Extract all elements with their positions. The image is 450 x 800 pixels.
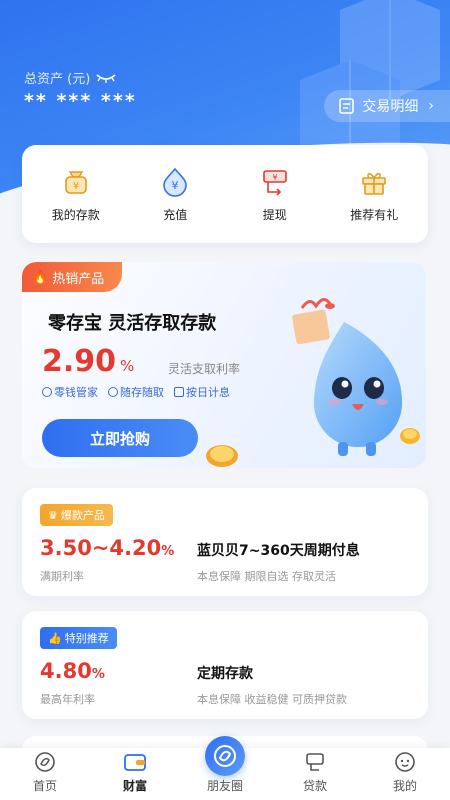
friends-bubble xyxy=(205,736,245,776)
total-assets-text: 总资产 (元) xyxy=(24,72,91,87)
recommended-product-tag-label: 特别推荐 xyxy=(64,632,109,645)
product-rate-label: 最高年利率 xyxy=(40,693,95,706)
popular-product-tag: ♛ 爆款产品 xyxy=(40,504,113,526)
product-rate-unit: % xyxy=(161,544,175,559)
hot-product-rate: 2.90% xyxy=(42,344,134,379)
quick-withdraw[interactable]: ¥ 提现 xyxy=(230,166,320,223)
friends-icon xyxy=(214,745,236,767)
hot-product-features: 零钱管家 随存随取 按日计息 xyxy=(42,384,230,400)
yuan-drop-icon: ¥ xyxy=(163,167,188,197)
buy-now-button[interactable]: 立即抢购 xyxy=(42,419,198,457)
product-rate-unit: % xyxy=(91,667,105,682)
hot-product-rate-unit: % xyxy=(120,357,135,375)
wallet-icon xyxy=(124,754,146,771)
product-rate-label: 满期利率 xyxy=(40,570,84,583)
hot-product-tag-label: 热销产品 xyxy=(52,271,105,287)
quick-actions: ¥ 我的存款 ¥ 充值 ¥ 提现 推荐有礼 xyxy=(22,145,428,243)
tab-wealth-label: 财富 xyxy=(122,779,147,793)
quick-my-deposit[interactable]: ¥ 我的存款 xyxy=(31,166,121,223)
product-card-recommended[interactable]: 👍 特别推荐 4.80% 最高年利率 定期存款 本息保障 收益稳健 可质押贷款 xyxy=(22,611,428,719)
bottom-tab-bar: 首页 财富 朋友圈 贷款 我的 xyxy=(0,736,450,800)
profile-icon xyxy=(395,752,415,772)
hot-product-rate-value: 2.90 xyxy=(42,344,117,379)
tab-profile-label: 我的 xyxy=(392,779,417,793)
total-assets-label: 总资产 (元) xyxy=(24,68,116,87)
tab-loan[interactable]: 贷款 xyxy=(270,748,360,800)
hot-product-banner[interactable]: 🔥 热销产品 零存宝 灵活存取存款 2.90% 灵活支取利率 零钱管家 随存随取… xyxy=(22,262,426,468)
quick-recharge[interactable]: ¥ 充值 xyxy=(130,166,220,223)
product-desc: 本息保障 收益稳健 可质押贷款 xyxy=(197,693,347,706)
clock-icon xyxy=(108,387,118,397)
svg-text:¥: ¥ xyxy=(272,173,277,182)
eye-icon xyxy=(42,387,52,397)
product-rate: 3.50~4.20% xyxy=(40,536,174,560)
recommended-product-tag: 👍 特别推荐 xyxy=(40,627,117,649)
flame-icon: 🔥 xyxy=(32,269,49,285)
feature-item: 随存随取 xyxy=(108,384,164,400)
product-rate: 4.80% xyxy=(40,659,105,683)
withdraw-icon: ¥ xyxy=(262,169,287,196)
eye-closed-icon[interactable] xyxy=(96,73,116,83)
hot-product-rate-label: 灵活支取利率 xyxy=(168,362,241,376)
tab-loan-label: 贷款 xyxy=(302,779,327,793)
product-rate-value: 4.80 xyxy=(40,659,92,683)
calendar-icon xyxy=(174,387,184,397)
coin-icon xyxy=(206,445,238,467)
tab-friends-label: 朋友圈 xyxy=(206,779,243,793)
svg-text:¥: ¥ xyxy=(172,179,179,192)
feature-item: 零钱管家 xyxy=(42,384,98,400)
hot-product-tag: 🔥 热销产品 xyxy=(22,262,123,292)
quick-referral-gift[interactable]: 推荐有礼 xyxy=(329,166,419,223)
product-desc: 本息保障 期限自选 存取灵活 xyxy=(197,570,336,583)
product-rate-value: 3.50~4.20 xyxy=(40,536,162,560)
popular-product-tag-label: 爆款产品 xyxy=(60,509,105,522)
tab-home-label: 首页 xyxy=(32,779,57,793)
document-icon xyxy=(339,98,355,114)
gift-icon xyxy=(362,172,387,195)
quick-referral-gift-label: 推荐有礼 xyxy=(350,207,399,222)
home-icon xyxy=(35,752,55,772)
hot-product-title: 零存宝 灵活存取存款 xyxy=(48,313,217,334)
chevron-right-icon: › xyxy=(428,98,434,114)
transaction-detail-label: 交易明细 xyxy=(362,99,419,115)
product-name: 定期存款 xyxy=(197,666,253,682)
quick-my-deposit-label: 我的存款 xyxy=(51,207,100,222)
product-name: 蓝贝贝7~360天周期付息 xyxy=(197,543,360,559)
money-bag-icon: ¥ xyxy=(64,170,87,194)
tab-profile[interactable]: 我的 xyxy=(360,748,450,800)
product-card-popular[interactable]: ♛ 爆款产品 3.50~4.20% 满期利率 蓝贝贝7~360天周期付息 本息保… xyxy=(22,488,428,596)
transaction-detail-button[interactable]: 交易明细 › xyxy=(324,90,450,122)
tab-wealth[interactable]: 财富 xyxy=(90,748,180,800)
quick-recharge-label: 充值 xyxy=(163,207,188,222)
crown-icon: ♛ xyxy=(48,508,58,522)
thumbs-up-icon: 👍 xyxy=(48,631,62,645)
feature-item: 按日计息 xyxy=(174,384,230,400)
svg-text:¥: ¥ xyxy=(73,181,79,192)
tab-friends[interactable]: 朋友圈 xyxy=(180,736,270,800)
tab-home[interactable]: 首页 xyxy=(0,748,90,800)
total-assets-value: ** *** *** xyxy=(24,90,137,112)
loan-icon xyxy=(306,753,324,771)
quick-withdraw-label: 提现 xyxy=(262,207,287,222)
mascot-illustration xyxy=(292,298,420,456)
